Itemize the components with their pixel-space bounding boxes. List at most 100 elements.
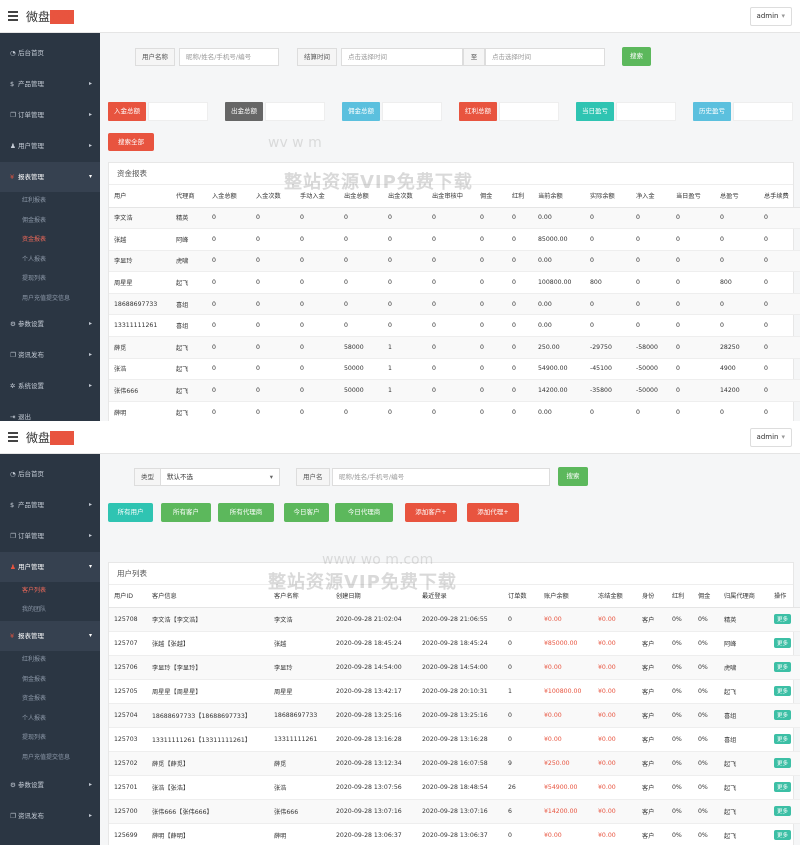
more-button[interactable]: 更多 [774,662,792,672]
table-cell: ¥0.00 [593,679,637,704]
table-cell: 18688697733【18688697733】 [147,703,269,728]
table-cell: 0.00 [533,207,585,230]
sidebar-subitem[interactable]: 个人报表 [0,709,100,729]
table-cell: 喜组 [171,314,207,338]
sidebar-item[interactable]: ⇥ 退出 [0,402,100,421]
chevron-right-icon: ▾ [88,632,92,639]
table-cell: 58000 [339,336,383,359]
table-cell: 阿峰 [719,631,769,656]
sidebar-item[interactable]: ⚙ 参数设置 ▸ [0,309,100,339]
sidebar-item[interactable]: ♟ 用户管理 ▸ [0,131,100,161]
sidebar-item[interactable]: ◔ 后台首页 [0,459,100,489]
table-cell: -50000 [631,379,671,402]
table-cell: 125704 [109,703,147,728]
more-button[interactable]: 更多 [774,710,792,720]
table-cell: 0 [475,228,507,251]
sidebar-subitem[interactable]: 提现列表 [0,728,100,748]
more-button[interactable]: 更多 [774,806,792,816]
table-cell: 0 [207,271,251,294]
table-cell: 0 [671,379,715,402]
sidebar-item[interactable]: $ 产品管理 ▸ [0,490,100,520]
filter-button[interactable]: 今日客户 [284,503,329,522]
table-cell: 0 [339,401,383,421]
filter-button[interactable]: 添加客户+ [405,503,457,522]
table-cell: 125705 [109,679,147,704]
sidebar-item[interactable]: ♟ 用户管理 ▾ [0,552,100,582]
sidebar-item-label: 产品管理 [18,80,44,88]
filter-button[interactable]: 所有代理商 [218,503,274,522]
table-cell: 0% [693,799,719,824]
user-dropdown[interactable]: admin ▾ [749,7,792,26]
filter-button[interactable]: 所有客户 [161,503,211,522]
sidebar-subitem[interactable]: 用户充值提交信息 [0,289,100,309]
sidebar-subitem[interactable]: 客户列表 [0,581,100,601]
menu-toggle-icon[interactable] [8,11,18,21]
table-cell: 0 [207,358,251,381]
sidebar-item[interactable]: ❐ 订单管理 ▸ [0,521,100,551]
sidebar-subitem[interactable]: 个人报表 [0,250,100,270]
more-button[interactable]: 更多 [774,638,792,648]
table-cell: 张伟666 [109,379,171,402]
sidebar-item[interactable]: ¥ 报表管理 ▾ [0,162,100,192]
sidebar-subitem[interactable]: 红利报表 [0,191,100,211]
table-cell: 125703 [109,727,147,752]
sidebar-item[interactable]: $ 产品管理 ▸ [0,69,100,99]
column-header: 佣金 [693,585,719,608]
table-cell: 18688697733 [109,293,171,316]
table-cell: 0 [503,607,539,632]
more-button[interactable]: 更多 [774,830,792,840]
sidebar-subitem[interactable]: 佣金报表 [0,670,100,690]
user-search-input[interactable]: 昵称/姓名/手机号/编号 [179,48,279,66]
sidebar-subitem[interactable]: 红利报表 [0,650,100,670]
menu-toggle-icon[interactable] [8,432,18,442]
search-button[interactable]: 搜索 [558,467,588,486]
filter-button[interactable]: 所有用户 [108,503,153,522]
table-cell: 李文浩【李文浩】 [147,607,269,632]
sidebar-subitem[interactable]: 资金报表 [0,230,100,250]
search-all-button[interactable]: 搜索全部 [108,133,154,151]
sidebar-subitem[interactable]: 我的团队 [0,600,100,620]
table-cell: -50000 [631,358,671,381]
more-button[interactable]: 更多 [774,782,792,792]
table-cell: 2020-09-28 13:07:16 [331,799,417,824]
more-button[interactable]: 更多 [774,758,792,768]
table-cell: 0 [715,314,759,338]
user-dropdown[interactable]: admin ▾ [749,428,792,447]
card-title: 资金报表 [109,163,793,185]
sidebar-item[interactable]: ⚙ 参数设置 ▸ [0,770,100,800]
sidebar-item[interactable]: ◔ 后台首页 [0,38,100,68]
filter-button[interactable]: 添加代理+ [467,503,519,522]
sidebar-item[interactable]: ❐ 订单管理 ▸ [0,100,100,130]
start-time-input[interactable]: 点击选择时间 [341,48,463,66]
end-time-input[interactable]: 点击选择时间 [485,48,605,66]
more-button[interactable]: 更多 [774,686,792,696]
sidebar-subitem[interactable]: 提现列表 [0,269,100,289]
table-cell: 客户 [637,727,667,752]
sidebar-item[interactable]: ❐ 资讯发布 ▸ [0,801,100,831]
table-cell: 0 [339,314,383,338]
table-cell: 0 [383,271,427,294]
sidebar-subitem[interactable]: 资金报表 [0,689,100,709]
table-cell: 2020-09-28 14:54:00 [331,655,417,680]
more-button[interactable]: 更多 [774,614,792,624]
sidebar-subitem[interactable]: 佣金报表 [0,211,100,231]
user-search-input[interactable]: 昵称/姓名/手机号/编号 [332,468,550,486]
sidebar-item[interactable]: ✲ 系统设置 ▸ [0,371,100,401]
sidebar-item[interactable]: ❐ 资讯发布 ▸ [0,340,100,370]
card-title: 用户列表 [109,563,793,585]
filter-button[interactable]: 今日代理商 [335,503,393,522]
table-row: 125705 周星星【周星星】 周星星 2020-09-28 13:42:17 2020… [109,679,800,704]
table-cell: 0 [475,314,507,338]
chevron-right-icon: ▸ [88,111,92,118]
more-button[interactable]: 更多 [774,734,792,744]
logout-icon: ⇥ [10,413,16,421]
sidebar-item[interactable]: ¥ 报表管理 ▾ [0,621,100,651]
user-icon: ♟ [10,563,16,571]
search-button[interactable]: 搜索 [622,47,651,66]
table-cell: 0 [671,293,715,316]
table-cell: 0 [339,228,383,251]
user-icon: ♟ [10,142,16,150]
sidebar-subitem[interactable]: 用户充值提交信息 [0,748,100,768]
type-select[interactable]: 默认不选 ▾ [160,468,280,486]
table-cell: 18688697733 [269,703,331,728]
